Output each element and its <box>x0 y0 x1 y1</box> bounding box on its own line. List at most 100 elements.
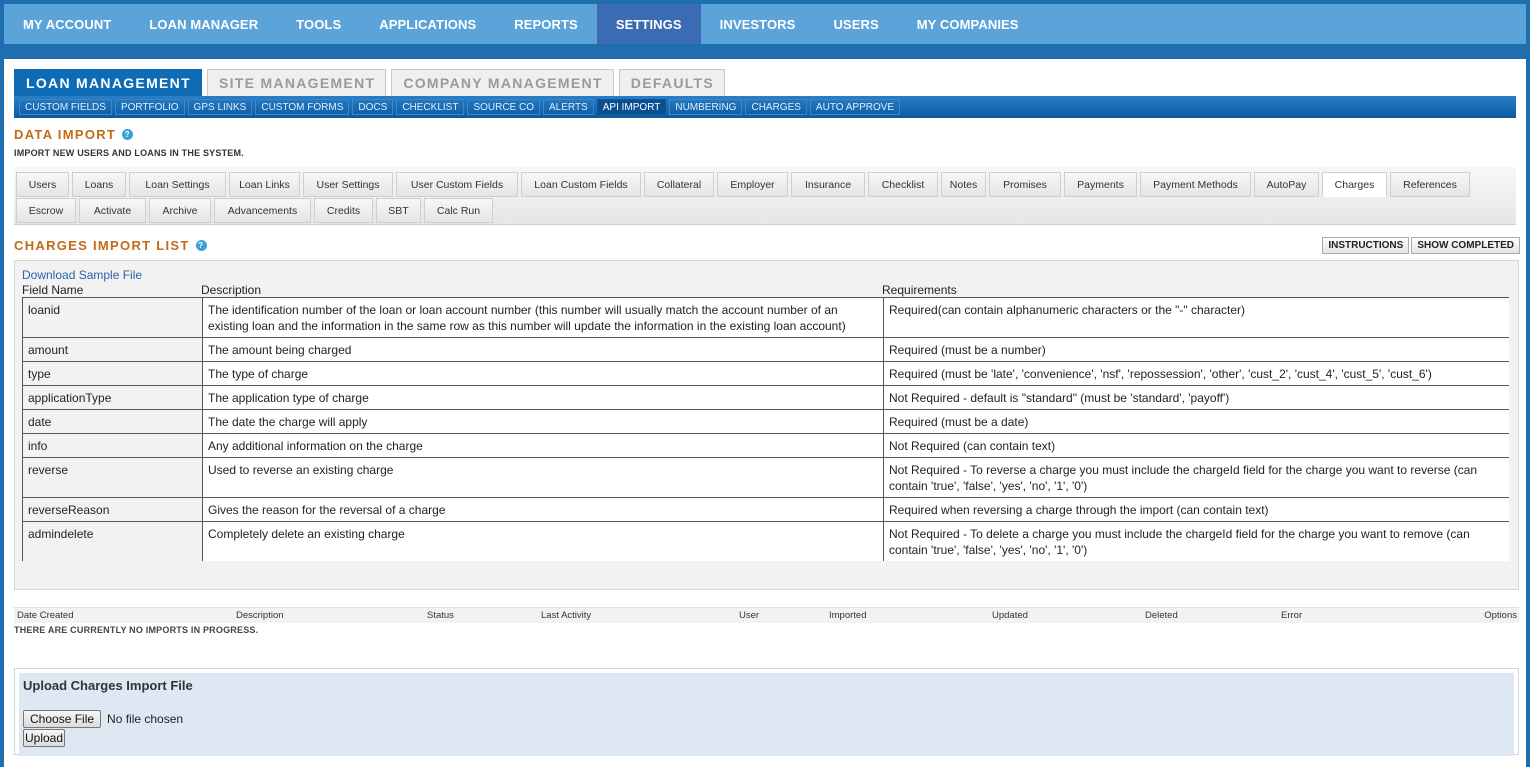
tab-loan-management[interactable]: LOAN MANAGEMENT <box>14 69 202 96</box>
import-tab-insurance[interactable]: Insurance <box>791 172 865 197</box>
nav-loan-manager[interactable]: LOAN MANAGER <box>130 4 277 44</box>
tab-site-management[interactable]: SITE MANAGEMENT <box>206 69 387 96</box>
import-tab-autopay[interactable]: AutoPay <box>1254 172 1319 197</box>
requirements-cell: Required (must be a number) <box>883 337 1509 362</box>
subnav-source-co[interactable]: SOURCE CO <box>467 99 540 115</box>
subnav-checklist[interactable]: CHECKLIST <box>396 99 465 115</box>
import-tab-advancements[interactable]: Advancements <box>214 198 311 223</box>
requirements-cell: Not Required (can contain text) <box>883 433 1509 458</box>
charges-list-actions: INSTRUCTIONS SHOW COMPLETED <box>1322 237 1520 254</box>
data-import-subtitle: IMPORT NEW USERS AND LOANS IN THE SYSTEM… <box>14 148 244 158</box>
data-import-title: DATA IMPORT <box>14 127 117 142</box>
import-tab-charges[interactable]: Charges <box>1322 172 1387 197</box>
import-tab-user-custom-fields[interactable]: User Custom Fields <box>396 172 518 197</box>
instructions-button[interactable]: INSTRUCTIONS <box>1322 237 1410 254</box>
help-icon[interactable]: ? <box>122 129 134 140</box>
import-tab-loans[interactable]: Loans <box>72 172 126 197</box>
subnav-portfolio[interactable]: PORTFOLIO <box>114 99 185 115</box>
import-tab-credits[interactable]: Credits <box>314 198 373 223</box>
nav-tools[interactable]: TOOLS <box>277 4 360 44</box>
field-name-cell: date <box>22 409 203 434</box>
subnav-alerts[interactable]: ALERTS <box>543 99 594 115</box>
import-tab-checklist[interactable]: Checklist <box>868 172 938 197</box>
import-tab-employer[interactable]: Employer <box>717 172 788 197</box>
import-tab-calc-run[interactable]: Calc Run <box>424 198 493 223</box>
table-row: amount The amount being charged Required (… <box>22 337 1509 362</box>
import-tab-notes[interactable]: Notes <box>941 172 986 197</box>
table-row: applicationType The application type of c… <box>22 385 1509 410</box>
requirements-cell: Required (must be a date) <box>883 409 1509 434</box>
nav-reports[interactable]: REPORTS <box>495 4 597 44</box>
import-tabs-row-2: Escrow Activate Archive Advancements Cre… <box>16 198 1516 223</box>
field-name-cell: admindelete <box>22 521 203 561</box>
nav-my-companies[interactable]: MY COMPANIES <box>898 4 1038 44</box>
subnav-gps-links[interactable]: GPS LINKS <box>187 99 253 115</box>
upload-button[interactable]: Upload <box>23 729 66 747</box>
section-tabs: LOAN MANAGEMENT SITE MANAGEMENT COMPANY … <box>4 59 1526 96</box>
table-row: reverse Used to reverse an existing charg… <box>22 457 1509 498</box>
subnav-numbering[interactable]: NUMBERING <box>669 99 743 115</box>
col-imported: Imported <box>829 610 867 621</box>
nav-investors[interactable]: INVESTORS <box>701 4 815 44</box>
import-tab-payments[interactable]: Payments <box>1064 172 1137 197</box>
import-tab-user-settings[interactable]: User Settings <box>303 172 393 197</box>
import-tab-escrow[interactable]: Escrow <box>16 198 76 223</box>
nav-my-account[interactable]: MY ACCOUNT <box>4 4 130 44</box>
description-cell: Any additional information on the charge <box>202 433 884 458</box>
col-status: Status <box>427 610 454 621</box>
import-tab-payment-methods[interactable]: Payment Methods <box>1140 172 1251 197</box>
show-completed-button[interactable]: SHOW COMPLETED <box>1411 237 1520 254</box>
download-sample-file-link[interactable]: Download Sample File <box>22 268 1518 282</box>
import-tab-activate[interactable]: Activate <box>79 198 146 223</box>
import-tab-loan-custom-fields[interactable]: Loan Custom Fields <box>521 172 641 197</box>
help-icon[interactable]: ? <box>195 240 207 251</box>
tab-defaults[interactable]: DEFAULTS <box>618 69 726 96</box>
import-tab-archive[interactable]: Archive <box>149 198 211 223</box>
subnav-custom-fields[interactable]: CUSTOM FIELDS <box>19 99 112 115</box>
imports-table-header: Date Created Description Status Last Act… <box>14 607 1519 623</box>
requirements-cell: Required (must be 'late', 'convenience',… <box>883 361 1509 386</box>
col-date-created: Date Created <box>17 610 74 621</box>
import-tab-promises[interactable]: Promises <box>989 172 1061 197</box>
upload-panel-inner: Upload Charges Import File Choose File N… <box>19 673 1514 756</box>
subnav-custom-forms[interactable]: CUSTOM FORMS <box>255 99 350 115</box>
field-name-cell: amount <box>22 337 203 362</box>
table-row: loanid The identification number of the l… <box>22 297 1509 338</box>
col-description: Description <box>201 283 262 297</box>
nav-users[interactable]: USERS <box>814 4 897 44</box>
import-tab-loan-settings[interactable]: Loan Settings <box>129 172 226 197</box>
description-cell: Used to reverse an existing charge <box>202 457 884 498</box>
col-last-activity: Last Activity <box>541 610 592 621</box>
subnav-auto-approve[interactable]: AUTO APPROVE <box>809 99 901 115</box>
page-frame: MY ACCOUNT LOAN MANAGER TOOLS APPLICATIO… <box>0 0 1530 767</box>
import-tab-collateral[interactable]: Collateral <box>644 172 714 197</box>
col-field-name: Field Name <box>22 283 84 297</box>
requirements-table: loanid The identification number of the l… <box>22 297 1509 561</box>
requirements-cell: Required(can contain alphanumeric charac… <box>883 297 1509 338</box>
tab-company-management[interactable]: COMPANY MANAGEMENT <box>391 69 614 96</box>
import-tab-loan-links[interactable]: Loan Links <box>229 172 300 197</box>
choose-file-button[interactable]: Choose File <box>23 710 102 728</box>
import-tabs-row-1: Users Loans Loan Settings Loan Links Use… <box>16 172 1516 197</box>
no-imports-message: THERE ARE CURRENTLY NO IMPORTS IN PROGRE… <box>14 625 259 635</box>
subnav-docs[interactable]: DOCS <box>352 99 394 115</box>
import-tab-users[interactable]: Users <box>16 172 69 197</box>
subnav-api-import[interactable]: API IMPORT <box>596 99 667 115</box>
col-options: Options <box>1484 610 1517 621</box>
import-tab-references[interactable]: References <box>1390 172 1470 197</box>
col-imp-description: Description <box>236 610 284 621</box>
subnav-charges[interactable]: CHARGES <box>745 99 807 115</box>
description-cell: The identification number of the loan or… <box>202 297 884 338</box>
charges-list-heading: CHARGES IMPORT LIST ? <box>14 238 207 253</box>
charges-list-title: CHARGES IMPORT LIST <box>14 238 190 253</box>
nav-settings[interactable]: SETTINGS <box>596 4 701 44</box>
description-cell: The amount being charged <box>202 337 884 362</box>
field-name-cell: applicationType <box>22 385 203 410</box>
requirements-cell: Not Required - To reverse a charge you m… <box>883 457 1509 498</box>
table-row: type The type of charge Required (must be … <box>22 361 1509 386</box>
requirements-table-header: Field Name Description Requirements <box>22 283 1518 297</box>
description-cell: The date the charge will apply <box>202 409 884 434</box>
nav-applications[interactable]: APPLICATIONS <box>360 4 495 44</box>
import-tab-sbt[interactable]: SBT <box>376 198 421 223</box>
sub-nav: CUSTOM FIELDS PORTFOLIO GPS LINKS CUSTOM… <box>14 96 1516 118</box>
